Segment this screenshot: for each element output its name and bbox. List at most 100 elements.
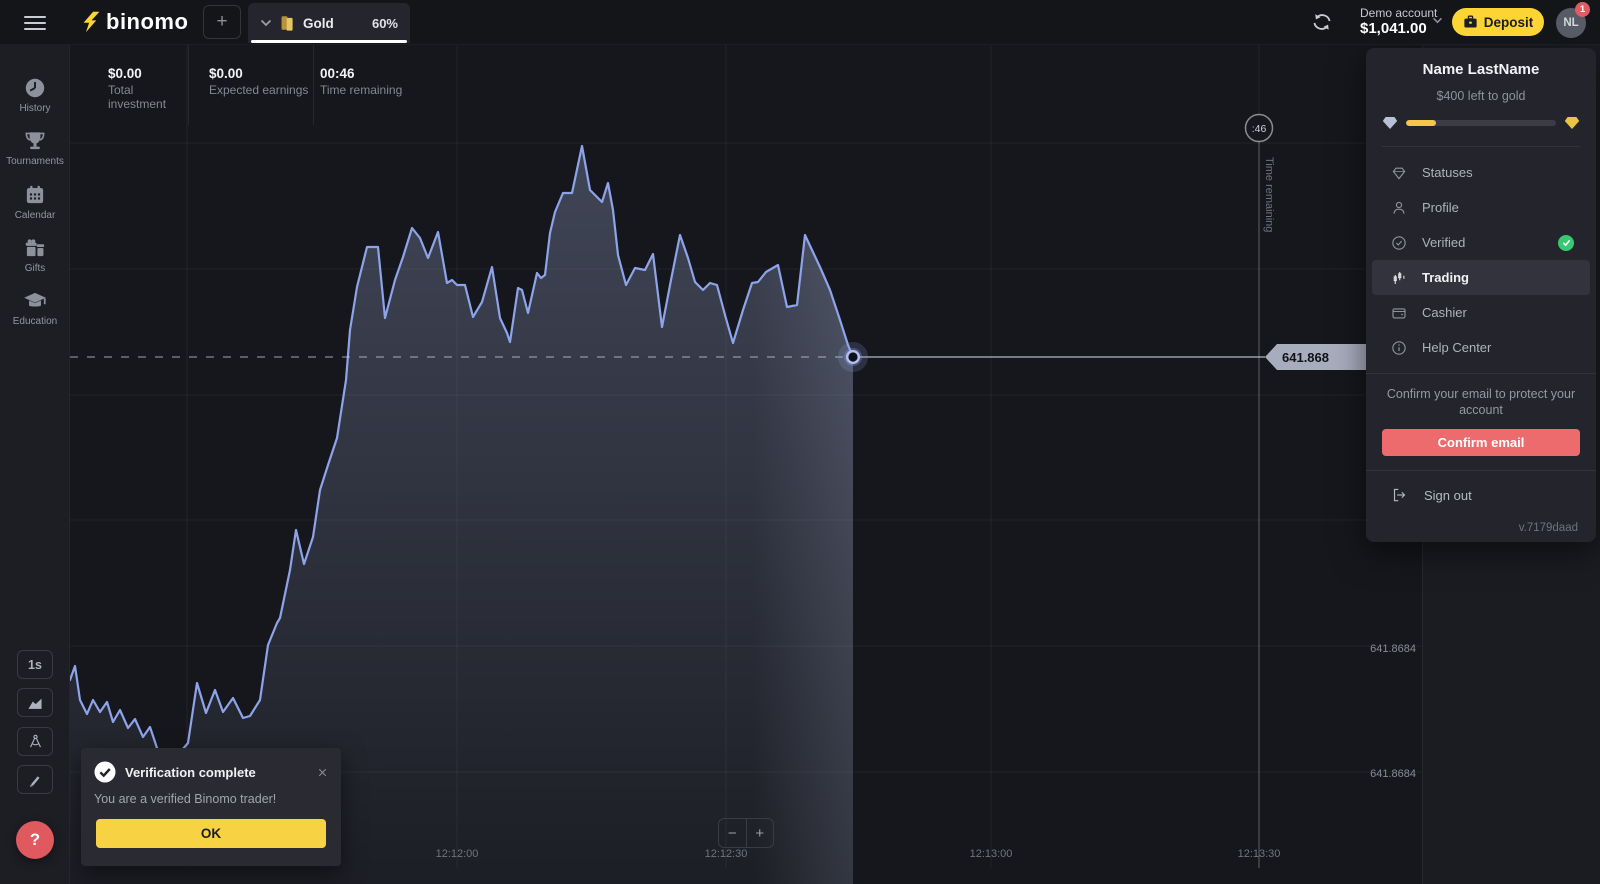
logo-text: binomo bbox=[106, 9, 188, 35]
graduation-cap-icon bbox=[22, 288, 48, 314]
status-progress-label: $400 left to gold bbox=[1366, 89, 1596, 103]
menu-item-profile[interactable]: Profile bbox=[1366, 190, 1596, 225]
sign-out-button[interactable]: Sign out bbox=[1366, 471, 1596, 504]
history-clock-icon bbox=[22, 75, 48, 101]
menu-item-help-center[interactable]: Help Center bbox=[1366, 330, 1596, 365]
toast-message: You are a verified Binomo trader! bbox=[81, 783, 341, 806]
leading-edge-glow bbox=[753, 45, 853, 884]
stat-value: $0.00 bbox=[108, 66, 188, 81]
svg-text:12:13:30: 12:13:30 bbox=[1238, 848, 1281, 860]
sidebar-item-tournaments[interactable]: Tournaments bbox=[0, 128, 70, 167]
sidebar-item-label: History bbox=[0, 103, 70, 114]
deposit-label: Deposit bbox=[1484, 15, 1534, 30]
chart-type-button[interactable] bbox=[17, 688, 53, 717]
axis-right-label: 641.8684 bbox=[1370, 768, 1416, 780]
close-icon[interactable] bbox=[316, 766, 329, 779]
stat-label: Time remaining bbox=[320, 83, 456, 97]
menu-item-label: Cashier bbox=[1422, 305, 1467, 320]
left-sidebar: History Tournaments Calendar bbox=[0, 45, 70, 884]
account-menu: Statuses Profile Verified bbox=[1366, 147, 1596, 374]
candlestick-icon bbox=[1390, 269, 1408, 287]
app-version: v.7179daad bbox=[1519, 522, 1578, 534]
gold-bars-icon bbox=[279, 13, 296, 33]
gift-icon bbox=[22, 235, 48, 261]
status-progress-bar bbox=[1382, 116, 1580, 147]
calendar-icon bbox=[22, 182, 48, 208]
stat-label: Expected earnings bbox=[209, 83, 313, 97]
toast-ok-button[interactable]: OK bbox=[96, 819, 326, 848]
svg-text:12:13:00: 12:13:00 bbox=[970, 848, 1013, 860]
svg-text:12:12:00: 12:12:00 bbox=[436, 848, 479, 860]
menu-item-cashier[interactable]: Cashier bbox=[1366, 295, 1596, 330]
wallet-icon bbox=[1390, 304, 1408, 322]
sidebar-item-education[interactable]: Education bbox=[0, 288, 70, 327]
top-bar: binomo + Gold 60% Demo account $1,041.00 bbox=[0, 0, 1600, 45]
notification-badge: 1 bbox=[1575, 2, 1590, 17]
menu-item-statuses[interactable]: Statuses bbox=[1366, 155, 1596, 190]
check-circle-icon bbox=[94, 761, 116, 783]
sign-out-icon bbox=[1390, 486, 1408, 504]
menu-item-label: Help Center bbox=[1422, 340, 1491, 355]
current-price-dot bbox=[838, 342, 868, 372]
zoom-out-button[interactable]: − bbox=[719, 819, 747, 847]
toast-title: Verification complete bbox=[125, 765, 256, 780]
confirm-email-button[interactable]: Confirm email bbox=[1382, 429, 1580, 456]
sign-out-label: Sign out bbox=[1424, 488, 1472, 503]
gold-gem-icon bbox=[1564, 116, 1580, 130]
verified-icon bbox=[1390, 234, 1408, 252]
verification-toast: Verification complete You are a verified… bbox=[81, 748, 341, 866]
asset-payout: 60% bbox=[372, 16, 398, 31]
stat-expected-earnings: $0.00 Expected earnings bbox=[188, 45, 313, 125]
sidebar-item-history[interactable]: History bbox=[0, 75, 70, 114]
account-menu-panel: Name LastName $400 left to gold Statuses bbox=[1366, 48, 1596, 542]
briefcase-icon bbox=[1463, 15, 1478, 29]
profile-icon bbox=[1390, 199, 1408, 217]
chevron-down-icon[interactable] bbox=[1432, 17, 1443, 24]
verified-check-badge bbox=[1558, 235, 1574, 251]
deposit-button[interactable]: Deposit bbox=[1452, 8, 1544, 36]
silver-gem-icon bbox=[1382, 116, 1398, 130]
menu-item-verified[interactable]: Verified bbox=[1366, 225, 1596, 260]
menu-item-label: Statuses bbox=[1422, 165, 1473, 180]
asset-tab-gold[interactable]: Gold 60% bbox=[248, 3, 410, 43]
binomo-logo: binomo bbox=[82, 9, 188, 35]
indicators-button[interactable] bbox=[17, 727, 53, 756]
svg-text:641.868: 641.868 bbox=[1282, 350, 1329, 365]
sidebar-item-calendar[interactable]: Calendar bbox=[0, 182, 70, 221]
chart-zoom-control: − + bbox=[718, 818, 774, 848]
drawing-tool-button[interactable] bbox=[17, 765, 53, 794]
email-confirm-section: Confirm your email to protect your accou… bbox=[1366, 374, 1596, 471]
sidebar-item-label: Gifts bbox=[0, 263, 70, 274]
account-balance: $1,041.00 bbox=[1360, 20, 1437, 38]
account-switcher[interactable]: Demo account $1,041.00 bbox=[1360, 6, 1437, 38]
stat-value: $0.00 bbox=[209, 66, 313, 81]
compass-icon bbox=[27, 733, 44, 750]
chevron-down-icon bbox=[260, 19, 272, 27]
sidebar-item-label: Calendar bbox=[0, 210, 70, 221]
info-circle-icon bbox=[1390, 339, 1408, 357]
menu-item-label: Verified bbox=[1422, 235, 1465, 250]
active-tab-underline bbox=[251, 40, 407, 43]
pencil-icon bbox=[27, 772, 43, 788]
sidebar-item-gifts[interactable]: Gifts bbox=[0, 235, 70, 274]
stat-total-investment: $0.00 Total investment bbox=[70, 45, 188, 125]
refresh-icon[interactable] bbox=[1311, 11, 1333, 33]
diamond-icon bbox=[1390, 164, 1408, 182]
account-type: Demo account bbox=[1360, 6, 1437, 20]
check-icon bbox=[1562, 239, 1571, 247]
menu-item-trading[interactable]: Trading bbox=[1372, 260, 1590, 295]
stat-time-remaining: 00:46 Time remaining bbox=[313, 45, 456, 125]
expiry-badge-text: :46 bbox=[1252, 123, 1267, 135]
user-name: Name LastName bbox=[1366, 61, 1596, 78]
new-asset-tab-button[interactable]: + bbox=[203, 5, 241, 39]
support-button[interactable]: ? bbox=[16, 821, 54, 859]
email-prompt-text: Confirm your email to protect your accou… bbox=[1382, 387, 1580, 418]
trophy-icon bbox=[22, 128, 48, 154]
timeframe-button[interactable]: 1s bbox=[17, 650, 53, 679]
stat-label: Total investment bbox=[108, 83, 188, 111]
app-window: :46 Time remaining 641.868 641.8684 641.… bbox=[0, 0, 1600, 884]
sidebar-item-label: Education bbox=[0, 316, 70, 327]
menu-icon[interactable] bbox=[24, 16, 46, 30]
zoom-in-button[interactable]: + bbox=[747, 819, 774, 847]
area-chart-icon bbox=[26, 695, 44, 711]
